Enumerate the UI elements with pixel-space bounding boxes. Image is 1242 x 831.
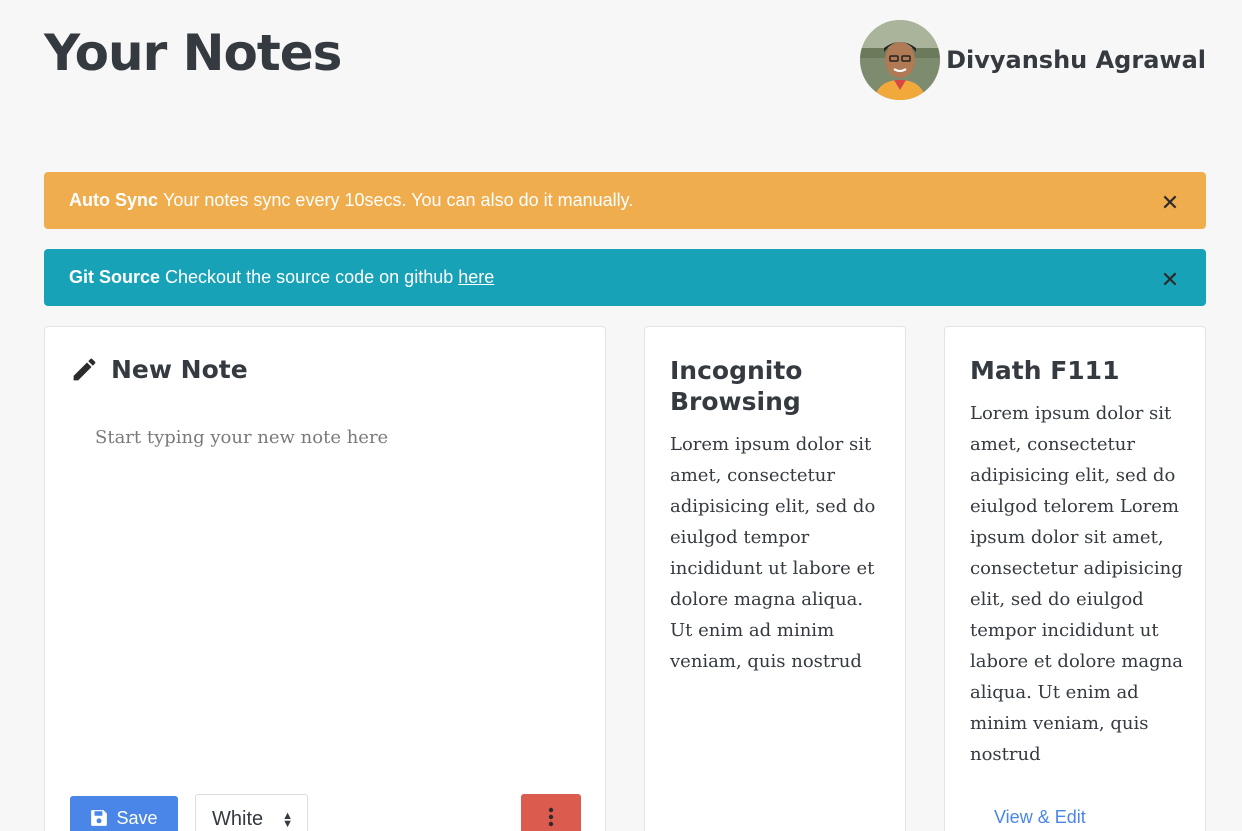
new-note-card: New Note Save White ▲▼ xyxy=(44,326,606,831)
note-input[interactable] xyxy=(95,427,575,767)
select-arrows-icon: ▲ ▼ xyxy=(282,810,293,830)
note-title: Incognito Browsing xyxy=(670,356,803,416)
view-edit-link[interactable]: View & Edit xyxy=(994,807,1086,828)
note-card[interactable]: Incognito Browsing Lorem ipsum dolor sit… xyxy=(644,326,906,831)
alert-title: Auto Sync xyxy=(69,190,159,210)
floppy-disk-icon xyxy=(91,810,108,826)
more-options-button[interactable] xyxy=(521,794,581,831)
new-note-header: New Note xyxy=(70,355,248,384)
page-title: Your Notes xyxy=(44,24,342,82)
alert-title: Git Source xyxy=(69,267,161,287)
save-button[interactable]: Save xyxy=(70,796,178,831)
color-select-value: White xyxy=(212,807,264,830)
save-label: Save xyxy=(116,807,158,828)
alert-text: Checkout the source code on github xyxy=(165,267,454,287)
pencil-icon xyxy=(73,358,96,381)
new-note-title: New Note xyxy=(111,355,248,384)
user-profile[interactable]: Divyanshu Agrawal xyxy=(860,20,1206,100)
note-title: Math F111 xyxy=(970,356,1120,385)
note-card[interactable]: Math F111 Lorem ipsum dolor sit amet, co… xyxy=(944,326,1206,831)
github-link[interactable]: here xyxy=(458,267,494,288)
close-icon[interactable]: ✕ xyxy=(1159,192,1181,215)
user-name: Divyanshu Agrawal xyxy=(946,46,1206,74)
note-body: Lorem ipsum dolor sit amet, consectetur … xyxy=(670,434,876,672)
alert-text: Your notes sync every 10secs. You can al… xyxy=(163,190,634,210)
close-icon[interactable]: ✕ xyxy=(1159,269,1181,292)
color-select[interactable]: White ▲ ▼ xyxy=(195,794,308,831)
avatar[interactable] xyxy=(860,20,941,100)
git-source-alert: Git Source Checkout the source code on g… xyxy=(44,249,1206,306)
note-body: Lorem ipsum dolor sit amet, consectetur … xyxy=(970,403,1184,765)
auto-sync-alert: Auto Sync Your notes sync every 10secs. … xyxy=(44,172,1206,229)
vertical-ellipsis-icon xyxy=(548,807,554,827)
